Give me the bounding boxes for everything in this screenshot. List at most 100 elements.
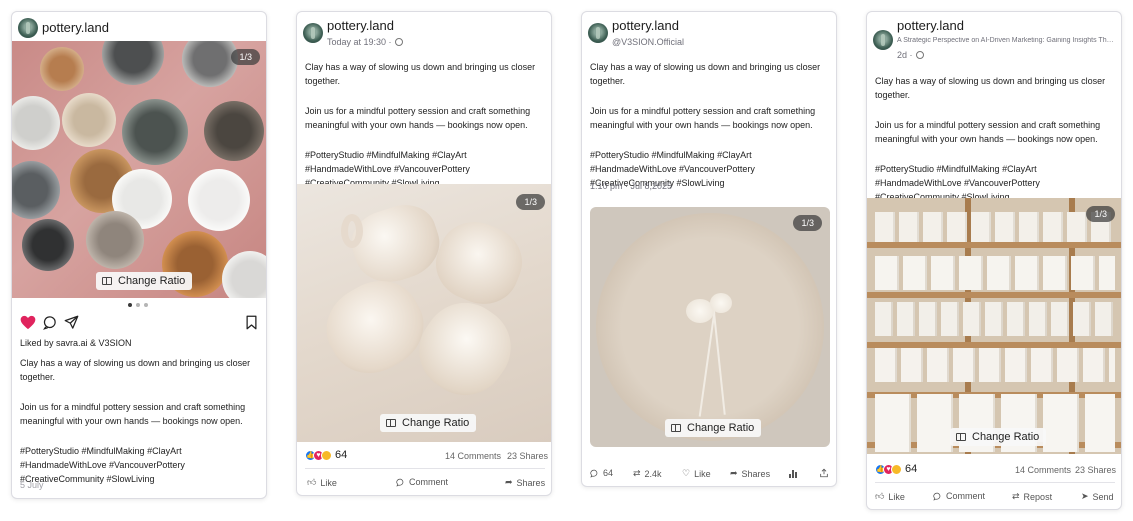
reply-icon xyxy=(590,469,598,478)
aspect-ratio-icon xyxy=(956,433,966,441)
facebook-preview-card: pottery.land Today at 19:30 · Clay has a… xyxy=(296,11,552,496)
account-name[interactable]: pottery.land xyxy=(612,18,679,33)
x-preview-card: pottery.land @V3SION.Official Clay has a… xyxy=(581,11,837,487)
caption-line-2: Join us for a mindful pottery session an… xyxy=(590,106,816,130)
account-handle[interactable]: @V3SION.Official xyxy=(612,37,684,47)
change-ratio-button[interactable]: Change Ratio xyxy=(950,428,1047,446)
media-counter-badge: 1/3 xyxy=(231,49,260,65)
comments-count[interactable]: 14 Comments xyxy=(1015,465,1071,475)
post-time-text: Today at 19:30 · xyxy=(327,37,392,47)
thumbs-up-icon: 👍︎ xyxy=(875,491,885,501)
carousel-dots xyxy=(128,303,148,307)
post-image: 1/3 Change Ratio xyxy=(590,207,830,447)
media-counter-badge: 1/3 xyxy=(1086,206,1115,222)
caption-line-2: Join us for a mindful pottery session an… xyxy=(20,402,246,426)
post-caption: Clay has a way of slowing us down and br… xyxy=(305,60,543,190)
reaction-count: 64 xyxy=(905,463,918,475)
like-button[interactable]: 👍︎ Like xyxy=(875,491,905,502)
like-label: Like xyxy=(888,491,905,502)
aspect-ratio-icon xyxy=(671,424,681,432)
account-avatar[interactable] xyxy=(873,30,893,50)
heart-outline-icon: ♡ xyxy=(682,468,691,478)
like-label: Like xyxy=(320,477,337,488)
send-button[interactable]: ➤ Send xyxy=(1081,491,1114,502)
globe-icon xyxy=(915,51,924,59)
heart-icon[interactable] xyxy=(20,315,36,330)
account-headline: A Strategic Perspective on AI-Driven Mar… xyxy=(897,37,1115,44)
celebrate-reaction-icon xyxy=(891,463,902,475)
repost-button[interactable]: ⇄ Repost xyxy=(1012,491,1052,502)
care-reaction-icon xyxy=(321,449,332,461)
share-button[interactable]: ➦ Shares xyxy=(505,477,545,488)
caption-line-2: Join us for a mindful pottery session an… xyxy=(305,106,531,130)
reply-button[interactable]: 64 xyxy=(590,468,613,478)
share-label: Shares xyxy=(516,477,546,488)
send-icon[interactable] xyxy=(64,315,79,330)
post-time-text: 2d · xyxy=(897,50,913,60)
like-button[interactable]: ♡ Like xyxy=(682,468,711,479)
post-caption: Clay has a way of slowing us down and br… xyxy=(590,60,828,190)
caption-line-1: Clay has a way of slowing us down and br… xyxy=(20,358,251,382)
comment-icon xyxy=(396,478,404,487)
retweet-icon: ⇄ xyxy=(633,468,641,478)
caption-line-1: Clay has a way of slowing us down and br… xyxy=(875,76,1106,100)
carousel-dot[interactable] xyxy=(144,303,148,307)
comment-button[interactable]: Comment xyxy=(933,491,985,501)
carousel-dot[interactable] xyxy=(128,303,132,307)
change-ratio-button[interactable]: Change Ratio xyxy=(380,414,477,432)
send-label: Send xyxy=(1092,491,1114,502)
bookmark-icon[interactable] xyxy=(245,315,258,330)
reactions-summary[interactable]: 👍 ♥ 64 xyxy=(305,449,347,461)
share-label: Shares xyxy=(741,468,771,479)
caption-hashtags[interactable]: #PotteryStudio #MindfulMaking #ClayArt #… xyxy=(20,444,258,486)
thumbs-up-icon: 👍︎ xyxy=(307,477,317,487)
share-arrow-icon: ➦ xyxy=(730,468,738,478)
account-avatar[interactable] xyxy=(18,18,38,38)
reaction-count: 64 xyxy=(335,449,348,461)
analytics-icon[interactable] xyxy=(789,469,798,478)
post-caption: Clay has a way of slowing us down and br… xyxy=(20,356,258,486)
comment-label: Comment xyxy=(946,491,986,501)
caption-line-2: Join us for a mindful pottery session an… xyxy=(875,120,1101,144)
media-counter-badge: 1/3 xyxy=(793,215,822,231)
account-name[interactable]: pottery.land xyxy=(42,20,109,35)
comment-button[interactable]: Comment xyxy=(396,477,448,487)
account-avatar[interactable] xyxy=(303,23,323,43)
repost-label: Repost xyxy=(1023,491,1053,502)
post-time: 2d · xyxy=(897,50,924,60)
change-ratio-label: Change Ratio xyxy=(402,417,470,429)
liked-by-text: Liked by savra.ai & V3SION xyxy=(20,338,132,348)
account-name[interactable]: pottery.land xyxy=(897,18,964,33)
like-button[interactable]: 👍︎ Like xyxy=(307,477,337,488)
share-button[interactable]: ➦ Shares xyxy=(730,468,770,479)
reactions-summary[interactable]: 👍 ♥ 64 xyxy=(875,463,917,475)
change-ratio-button[interactable]: Change Ratio xyxy=(96,272,193,290)
account-name[interactable]: pottery.land xyxy=(327,18,394,33)
shares-count[interactable]: 23 Shares xyxy=(507,451,548,461)
share-arrow-icon: ➦ xyxy=(505,477,513,487)
post-timestamp: 1:10 pm · Jul 8,2025 xyxy=(590,181,673,191)
comments-count[interactable]: 14 Comments xyxy=(445,451,501,461)
instagram-preview-card: pottery.land 1/3 Change Ratio Liked by s… xyxy=(11,11,267,499)
caption-line-1: Clay has a way of slowing us down and br… xyxy=(590,62,821,86)
change-ratio-button[interactable]: Change Ratio xyxy=(665,419,762,437)
globe-icon xyxy=(394,38,403,46)
carousel-dot[interactable] xyxy=(136,303,140,307)
shares-count[interactable]: 23 Shares xyxy=(1075,465,1116,475)
comment-icon xyxy=(933,492,941,501)
repost-icon: ⇄ xyxy=(1012,491,1020,501)
aspect-ratio-icon xyxy=(102,277,112,285)
post-time: Today at 19:30 · xyxy=(327,37,403,47)
upload-icon[interactable] xyxy=(819,468,829,478)
action-divider xyxy=(875,482,1115,483)
account-avatar[interactable] xyxy=(588,23,608,43)
caption-line-1: Clay has a way of slowing us down and br… xyxy=(305,62,536,86)
retweet-button[interactable]: ⇄ 2.4k xyxy=(633,468,662,479)
post-date: 5 July xyxy=(20,480,44,490)
comment-icon[interactable] xyxy=(42,315,57,330)
send-icon: ➤ xyxy=(1081,491,1089,501)
post-image: 1/3 Change Ratio xyxy=(867,198,1121,454)
post-image: 1/3 Change Ratio xyxy=(297,184,551,442)
linkedin-preview-card: pottery.land A Strategic Perspective on … xyxy=(866,11,1122,510)
comment-label: Comment xyxy=(409,477,449,487)
